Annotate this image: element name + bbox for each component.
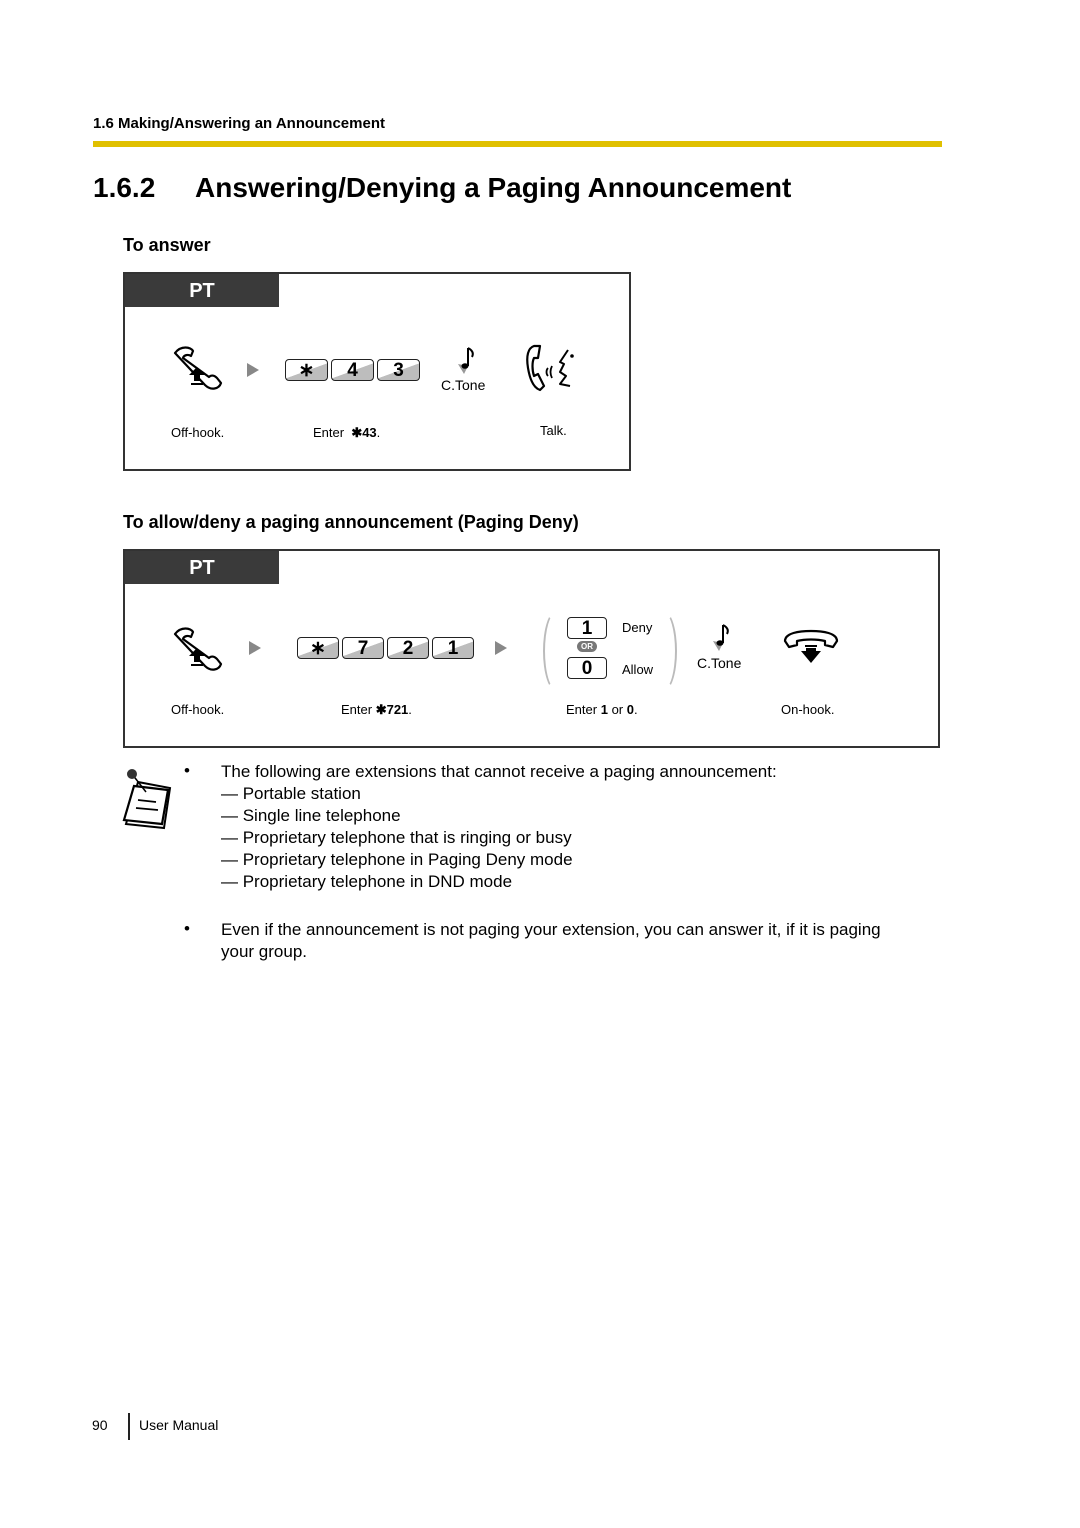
key-3: 3: [377, 359, 420, 381]
choice-prefix: Enter: [566, 702, 598, 717]
confirmation-tone-icon: [713, 624, 729, 651]
section-number: 1.6.2: [93, 172, 156, 203]
note-item-1: The following are extensions that cannot…: [221, 761, 777, 893]
key-2: 2: [387, 637, 429, 659]
talk-icon: [526, 344, 574, 392]
header-rule: [93, 141, 942, 147]
step-off-hook: Off-hook.: [171, 702, 225, 717]
answer-procedure-box: PT ∗ 4 3 C.Tone Off-hook. Enter ✱43. Tal…: [123, 272, 631, 471]
note-subitem: — Single line telephone: [221, 806, 401, 825]
bullet: •: [184, 919, 190, 938]
note-subitem: — Portable station: [221, 784, 361, 803]
answer-heading: To answer: [123, 235, 211, 255]
option-deny-label: Deny: [622, 620, 653, 635]
running-head: 1.6 Making/Answering an Announcement: [93, 115, 385, 132]
note-item-2: Even if the announcement is not paging y…: [221, 919, 941, 963]
page-number: 90: [92, 1417, 108, 1433]
pt-tab: PT: [125, 274, 279, 307]
key-star: ∗: [285, 359, 328, 381]
section-title: 1.6.2 Answering/Denying a Paging Announce…: [93, 172, 791, 204]
step-enter: Enter ✱43.: [313, 425, 380, 441]
arrow-icon: [249, 641, 261, 655]
off-hook-icon: [173, 346, 223, 390]
note-icon: [122, 769, 172, 830]
choice-a: 1: [600, 702, 608, 717]
footer-label: User Manual: [139, 1417, 219, 1433]
left-paren: [543, 611, 569, 691]
off-hook-icon: [173, 627, 223, 671]
choice-suffix: .: [633, 702, 638, 717]
note-subitem: — Proprietary telephone in DND mode: [221, 872, 513, 891]
footer-divider: [128, 1413, 130, 1440]
arrow-icon: [247, 363, 259, 377]
note-item-1-text: The following are extensions that cannot…: [221, 762, 777, 781]
step-enter-code: ✱721: [375, 702, 409, 717]
deny-procedure-box: PT ∗ 7 2 1 1 Deny OR 0 Allow C.Tone Off-…: [123, 549, 940, 748]
or-badge: OR: [577, 641, 597, 652]
ctone-label: C.Tone: [697, 655, 742, 671]
key-allow-0: 0: [567, 657, 607, 679]
on-hook-icon: [783, 629, 839, 663]
note-subitem: — Proprietary telephone that is ringing …: [221, 828, 572, 847]
confirmation-tone-icon: [458, 347, 474, 374]
step-off-hook: Off-hook.: [171, 425, 225, 440]
pt-tab: PT: [125, 551, 279, 584]
step-enter-prefix: Enter: [341, 702, 373, 717]
key-1: 1: [432, 637, 474, 659]
option-allow-label: Allow: [622, 662, 654, 677]
step-enter-suffix: .: [408, 702, 412, 717]
arrow-icon: [495, 641, 507, 655]
note-item-2-text-cont: your group.: [221, 942, 307, 961]
choice-b: 0: [626, 702, 634, 717]
step-enter-code: ✱43: [351, 425, 377, 440]
key-4: 4: [331, 359, 374, 381]
bullet: •: [184, 761, 190, 780]
note-item-2-text: Even if the announcement is not paging y…: [221, 920, 881, 939]
right-paren: [651, 611, 677, 691]
key-7: 7: [342, 637, 384, 659]
choice-or: or: [611, 702, 624, 717]
step-enter-suffix: .: [376, 425, 381, 440]
step-on-hook: On-hook.: [781, 702, 835, 717]
key-deny-1: 1: [567, 617, 607, 639]
key-star: ∗: [297, 637, 339, 659]
note-subitem: — Proprietary telephone in Paging Deny m…: [221, 850, 573, 869]
step-talk: Talk.: [540, 423, 567, 438]
step-enter-choice: Enter 1 or 0.: [566, 702, 638, 717]
deny-heading: To allow/deny a paging announcement (Pag…: [123, 512, 579, 532]
step-enter: Enter ✱721.: [341, 702, 412, 718]
ctone-label: C.Tone: [441, 377, 486, 393]
step-enter-prefix: Enter: [313, 425, 345, 440]
section-title-text: Answering/Denying a Paging Announcement: [195, 172, 792, 203]
